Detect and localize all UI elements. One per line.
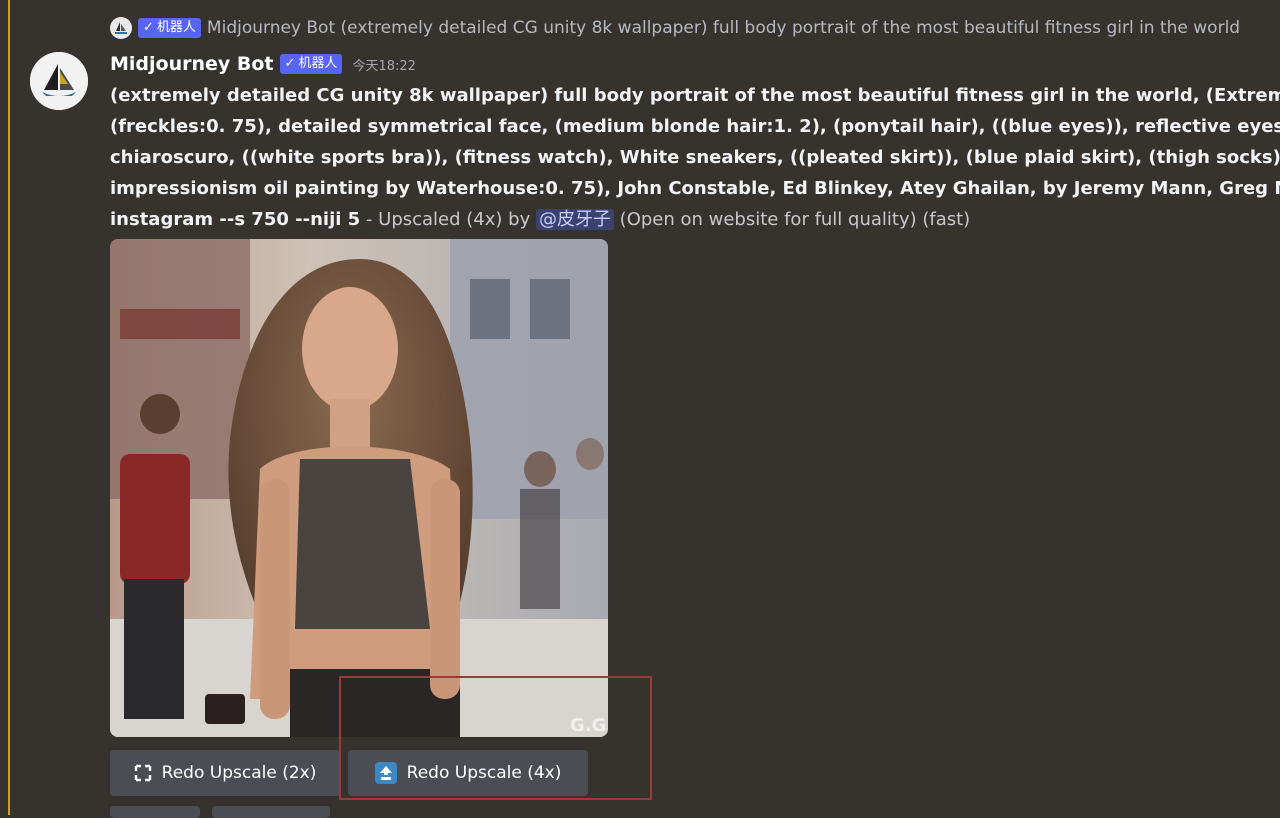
avatar[interactable] (30, 52, 88, 110)
check-icon: ✓ (143, 20, 154, 35)
message-line: (freckles:0. 75), detailed symmetrical f… (110, 116, 1280, 137)
message-line: chiaroscuro, ((white sports bra)), (fitn… (110, 147, 1280, 168)
redo-upscale-4x-button[interactable]: Redo Upscale (4x) (348, 750, 588, 796)
action-button-partial[interactable] (212, 806, 330, 818)
prompt-params: instagram --s 750 --niji 5 (110, 209, 361, 230)
image-watermark: G.G (570, 715, 606, 736)
thread-rule (8, 0, 10, 815)
message-content: (extremely detailed CG unity 8k wallpape… (110, 80, 1280, 235)
bot-badge: ✓ 机器人 (279, 54, 343, 74)
sailboat-icon (30, 52, 88, 110)
reply-text[interactable]: Midjourney Bot (extremely detailed CG un… (207, 18, 1240, 38)
upscale-info: - Upscaled (4x) by (360, 209, 536, 230)
expand-icon (134, 764, 152, 782)
message-last-line: instagram --s 750 --niji 5 - Upscaled (4… (110, 204, 1280, 235)
message-line: (extremely detailed CG unity 8k wallpape… (110, 85, 1280, 106)
bot-badge-label: 机器人 (298, 56, 338, 71)
quality-note: (Open on website for full quality) (fast… (613, 209, 971, 230)
redo-upscale-2x-label: Redo Upscale (2x) (161, 763, 317, 783)
user-mention[interactable]: @皮牙子 (535, 209, 614, 230)
bot-badge: ✓ 机器人 (138, 18, 201, 38)
redo-upscale-4x-label: Redo Upscale (4x) (406, 763, 562, 783)
message-header: Midjourney Bot ✓ 机器人 今天18:22 (110, 48, 416, 80)
sailboat-icon (110, 17, 132, 39)
username[interactable]: Midjourney Bot (110, 53, 274, 75)
image-illustration: G.G (110, 239, 608, 737)
check-icon: ✓ (284, 56, 296, 71)
action-button-partial[interactable] (110, 806, 200, 818)
redo-upscale-2x-button[interactable]: Redo Upscale (2x) (110, 750, 340, 796)
message-line: impressionism oil painting by Waterhouse… (110, 178, 1280, 199)
bot-badge-label: 机器人 (156, 20, 196, 35)
generated-image[interactable]: G.G (110, 239, 608, 737)
timestamp[interactable]: 今天18:22 (352, 55, 415, 74)
reply-reference[interactable]: ✓ 机器人 Midjourney Bot (extremely detailed… (110, 14, 1280, 42)
upscale-arrow-icon (374, 762, 397, 784)
